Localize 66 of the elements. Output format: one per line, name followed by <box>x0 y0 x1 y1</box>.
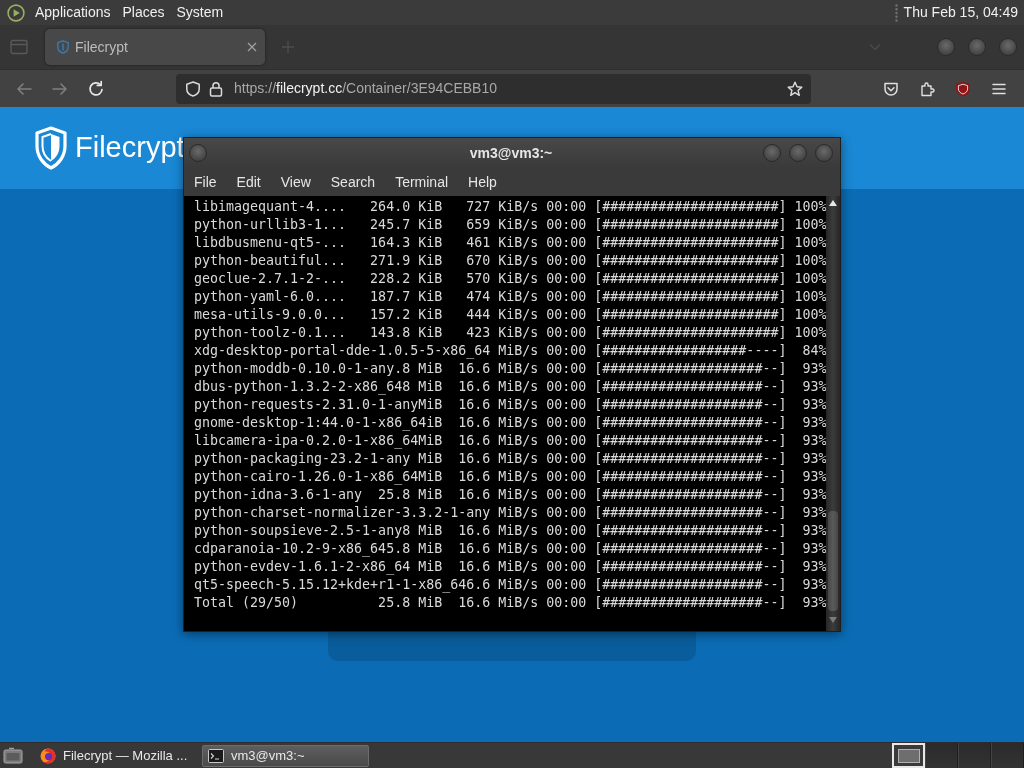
taskbar-button[interactable]: vm3@vm3:~ <box>202 744 369 767</box>
terminal-line: python-idna-3.6-1-any 25.8 MiB 16.6 MiB/s 00:00 [####################--] 93% <box>194 486 826 504</box>
window-control-button[interactable] <box>789 144 807 162</box>
terminal-line: python-urllib3-1... 245.7 KiB 659 KiB/s 00:00 [######################] 100% <box>194 216 826 234</box>
terminal-line: python-requests-2.31.0-1-anyMiB 16.6 MiB/s 00:00 [####################--] 93% <box>194 396 826 414</box>
shield-icon <box>57 40 69 54</box>
menu-item[interactable]: Terminal <box>385 168 459 196</box>
scrollbar-track[interactable] <box>826 196 840 631</box>
terminal-line: qt5-speech-5.15.12+kde+r1-1-x86_646.6 MiB/s 00:00 [####################--] 93% <box>194 576 826 594</box>
window-icon[interactable] <box>10 39 28 55</box>
scroll-down-icon[interactable] <box>829 617 837 623</box>
window-control-button[interactable] <box>815 144 833 162</box>
terminal-line: python-beautiful... 271.9 KiB 670 KiB/s 00:00 [######################] 100% <box>194 252 826 270</box>
window-menu-button[interactable] <box>189 144 207 162</box>
chevron-badge-icon[interactable] <box>883 80 899 97</box>
terminal-line: Total (29/50) 25.8 MiB 16.6 MiB/s 00:00 [####################--] 93% <box>194 594 826 612</box>
puzzle-icon[interactable] <box>919 80 935 97</box>
clock: Thu Feb 15, 04:49 <box>903 3 1018 22</box>
panel-menu[interactable]: Places <box>116 0 171 25</box>
scroll-up-icon[interactable] <box>829 200 837 206</box>
terminal-line: python-cairo-1.26.0-1-x86_64MiB 16.6 MiB/s 00:00 [####################--] 93% <box>194 468 826 486</box>
window-title: vm3@vm3:~ <box>469 143 553 163</box>
terminal-line: libcamera-ipa-0.2.0-1-x86_64MiB 16.6 MiB/s 00:00 [####################--] 93% <box>194 432 826 450</box>
scrollbar-thumb[interactable] <box>828 511 838 611</box>
menu-item[interactable]: Edit <box>226 168 271 196</box>
terminal-icon <box>208 747 224 764</box>
terminal-line: python-moddb-0.10.0-1-any.8 MiB 16.6 MiB/s 00:00 [####################--] 93% <box>194 360 826 378</box>
terminal-line: python-soupsieve-2.5-1-any8 MiB 16.6 MiB/s 00:00 [####################--] 93% <box>194 522 826 540</box>
handle-dots-icon <box>894 3 898 22</box>
lock-icon[interactable] <box>209 80 223 97</box>
panel-menu[interactable]: Applications <box>29 0 117 25</box>
terminal-line: python-packaging-23.2-1-any MiB 16.6 MiB/s 00:00 [####################--] 93% <box>194 450 826 468</box>
close-icon[interactable] <box>247 42 257 52</box>
browser-globe-icon <box>40 747 56 764</box>
terminal-line: python-yaml-6.0.... 187.7 KiB 474 KiB/s 00:00 [######################] 100% <box>194 288 826 306</box>
terminal-line: geoclue-2.7.1-2-... 228.2 KiB 570 KiB/s 00:00 [######################] 100% <box>194 270 826 288</box>
terminal-line: python-evdev-1.6.1-2-x86_64 MiB 16.6 MiB/s 00:00 [####################--] 93% <box>194 558 826 576</box>
menu-item[interactable]: Search <box>320 168 386 196</box>
menu-item[interactable]: Help <box>458 168 507 196</box>
shield-logo-icon <box>35 126 67 170</box>
menu-item[interactable]: File <box>184 168 227 196</box>
shield-extension-icon[interactable] <box>955 80 971 97</box>
terminal-line: python-toolz-0.1... 143.8 KiB 423 KiB/s 00:00 [######################] 100% <box>194 324 826 342</box>
taskbar-button[interactable]: Filecrypt — Mozilla ... <box>34 744 197 767</box>
terminal-line: libimagequant-4.... 264.0 KiB 727 KiB/s 00:00 [######################] 100% <box>194 198 826 216</box>
star-icon[interactable] <box>787 80 803 97</box>
shield-icon[interactable] <box>185 80 201 97</box>
terminal-line: python-charset-normalizer-3.3.2-1-any MiB/s 00:00 [####################--] 93% <box>194 504 826 522</box>
logo-text: Filecrypt <box>75 130 185 166</box>
window-control-button[interactable] <box>968 38 986 56</box>
panel-menu[interactable]: System <box>170 0 230 25</box>
terminal-line: gnome-desktop-1:44.0-1-x86_64iB 16.6 MiB/s 00:00 [####################--] 93% <box>194 414 826 432</box>
url-field[interactable]: https://filecrypt.cc/Container/3E94CEBB10 <box>176 73 811 104</box>
window-control-button[interactable] <box>999 38 1017 56</box>
play-circle-icon[interactable] <box>7 3 25 22</box>
terminal-line: cdparanoia-10.2-9-x86_645.8 MiB 16.6 MiB/s 00:00 [####################--] 93% <box>194 540 826 558</box>
terminal-line: dbus-python-1.3.2-2-x86_648 MiB 16.6 MiB/s 00:00 [####################--] 93% <box>194 378 826 396</box>
terminal-line: libdbusmenu-qt5-... 164.3 KiB 461 KiB/s 00:00 [######################] 100% <box>194 234 826 252</box>
desktop-icon[interactable] <box>3 746 23 765</box>
reload-icon[interactable] <box>87 79 105 98</box>
window-control-button[interactable] <box>763 144 781 162</box>
browser-tab[interactable]: Filecrypt <box>45 29 265 65</box>
terminal-line: xdg-desktop-portal-dde-1.0.5-5-x86_64 MiB/s 00:00 [##################----] 84% <box>194 342 826 360</box>
window-control-button[interactable] <box>937 38 955 56</box>
terminal-line: mesa-utils-9.0.0... 157.2 KiB 444 KiB/s 00:00 [######################] 100% <box>194 306 826 324</box>
menu-item[interactable]: View <box>270 168 321 196</box>
